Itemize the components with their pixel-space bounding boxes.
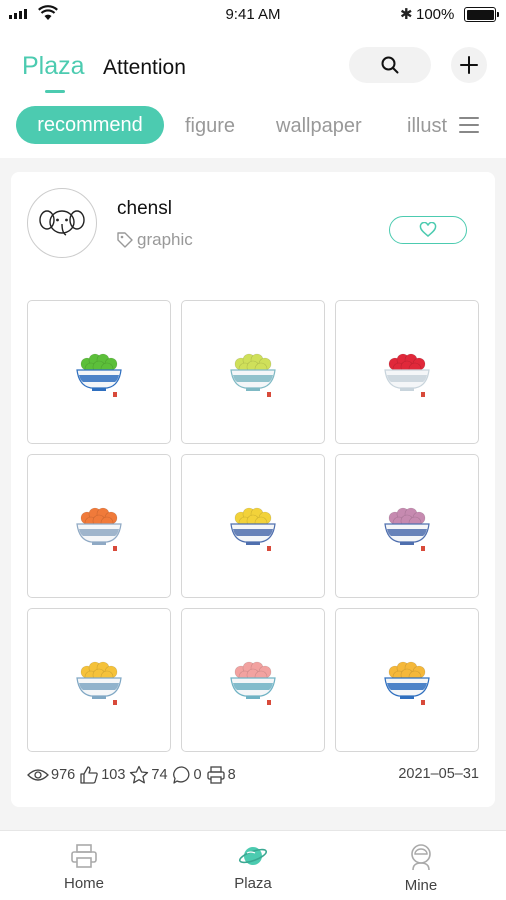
fruit-bowl-illustration xyxy=(76,661,122,705)
image-tile-bowl-red-cherries[interactable] xyxy=(335,300,479,444)
image-tile-bowl-purple-fruit[interactable] xyxy=(335,454,479,598)
username[interactable]: chensl xyxy=(117,198,172,220)
category-menu-icon[interactable] xyxy=(459,116,481,134)
tabbar-plaza[interactable]: Plaza xyxy=(208,843,298,892)
image-tile-bowl-mango-fruit[interactable] xyxy=(27,608,171,752)
bottom-tab-bar: Home Plaza Mine xyxy=(0,830,506,900)
eye-icon xyxy=(27,769,49,781)
comment-icon xyxy=(172,766,190,784)
favorites-stat[interactable]: 74 xyxy=(129,765,168,785)
category-illust[interactable]: illust xyxy=(407,115,447,138)
post-stats: 976 103 74 0 8 xyxy=(27,765,240,785)
tabbar-mine-label: Mine xyxy=(404,877,438,894)
prints-count: 8 xyxy=(227,767,236,783)
favorites-count: 74 xyxy=(151,767,168,783)
category-recommend[interactable]: recommend xyxy=(16,106,164,144)
views-stat: 976 xyxy=(27,767,75,783)
heart-plus-icon xyxy=(419,222,437,237)
comments-stat[interactable]: 0 xyxy=(172,765,202,785)
search-button[interactable] xyxy=(349,47,431,83)
tabbar-home-label: Home xyxy=(63,875,104,892)
fruit-bowl-illustration xyxy=(76,507,122,551)
category-wallpaper[interactable]: wallpaper xyxy=(276,115,362,138)
follow-button[interactable] xyxy=(389,216,467,244)
star-icon xyxy=(130,765,149,784)
likes-count: 103 xyxy=(101,767,126,783)
planet-icon xyxy=(238,847,268,865)
tag-label: graphic xyxy=(137,230,193,249)
search-icon xyxy=(381,56,399,74)
add-button[interactable] xyxy=(451,47,487,83)
thumbs-up-icon xyxy=(80,766,98,784)
image-tile-bowl-green-fruit[interactable] xyxy=(27,300,171,444)
tab-plaza-label: Plaza xyxy=(22,52,85,80)
printer-icon xyxy=(206,766,225,784)
tabbar-plaza-label: Plaza xyxy=(234,875,272,892)
fruit-bowl-illustration xyxy=(230,661,276,705)
post-tag[interactable]: graphic xyxy=(116,230,193,250)
post-date: 2021–05–31 xyxy=(398,766,479,782)
header: Plaza Attention recommend figure wallpap… xyxy=(0,30,506,158)
image-grid xyxy=(27,300,481,752)
category-figure[interactable]: figure xyxy=(185,115,235,138)
fruit-bowl-illustration xyxy=(384,507,430,551)
prints-stat[interactable]: 8 xyxy=(206,765,236,785)
tabbar-home[interactable]: Home xyxy=(39,843,129,892)
status-bar: 9:41 AM ✱ 100% xyxy=(0,0,506,30)
image-tile-bowl-peach-fruit[interactable] xyxy=(181,608,325,752)
tab-active-indicator xyxy=(45,90,65,93)
tab-attention[interactable]: Attention xyxy=(103,56,186,80)
image-tile-bowl-yellow-pears[interactable] xyxy=(181,454,325,598)
fruit-bowl-illustration xyxy=(230,353,276,397)
fruit-bowl-illustration xyxy=(384,353,430,397)
avatar[interactable] xyxy=(27,188,97,258)
image-tile-bowl-yellow-fruit[interactable] xyxy=(181,300,325,444)
fruit-bowl-illustration xyxy=(230,507,276,551)
image-tile-bowl-apricot-fruit[interactable] xyxy=(335,608,479,752)
elephant-avatar-icon xyxy=(39,210,85,236)
tab-plaza[interactable]: Plaza xyxy=(22,52,85,93)
bluetooth-icon: ✱ xyxy=(400,6,413,23)
battery-percentage: 100% xyxy=(416,6,455,23)
post-card: chensl graphic 976 103 74 0 8 2021–05–31 xyxy=(11,172,495,807)
tag-icon xyxy=(117,232,133,248)
plus-icon xyxy=(460,56,478,74)
likes-stat[interactable]: 103 xyxy=(79,765,125,785)
tabbar-mine[interactable]: Mine xyxy=(376,843,466,894)
printer-icon xyxy=(71,844,97,868)
fruit-bowl-illustration xyxy=(76,353,122,397)
astronaut-icon xyxy=(411,844,431,871)
image-tile-bowl-orange-fruit[interactable] xyxy=(27,454,171,598)
fruit-bowl-illustration xyxy=(384,661,430,705)
views-count: 976 xyxy=(51,767,76,783)
comments-count: 0 xyxy=(193,767,202,783)
battery-icon xyxy=(464,7,499,22)
